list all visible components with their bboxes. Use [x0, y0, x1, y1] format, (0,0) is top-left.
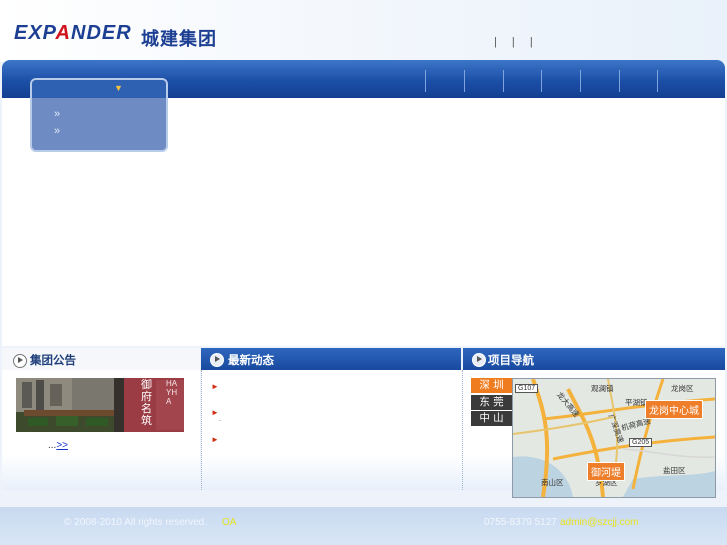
section-title: 集团公告: [30, 353, 76, 367]
top-link-divider: |: [529, 36, 533, 48]
city-tab-shenzhen[interactable]: 深 圳: [471, 378, 512, 393]
dropdown-header[interactable]: ▼: [32, 80, 166, 98]
copyright-text: © 2008-2010 All rights reserved.: [64, 517, 208, 528]
top-links: | | |: [488, 36, 539, 48]
project-marker-longgang[interactable]: 龙岗中心城: [645, 400, 703, 419]
map-label: 南山区: [541, 478, 564, 487]
city-tab-dongguan[interactable]: 东 莞: [471, 395, 512, 410]
top-link-divider: |: [494, 36, 497, 48]
more-link-row: ...>>: [48, 440, 68, 451]
road-tag: G205: [629, 438, 653, 447]
projects-header: 项目导航: [463, 348, 725, 370]
nav-divider: [619, 70, 620, 92]
more-link[interactable]: >>: [56, 440, 68, 451]
nav-divider: [503, 70, 504, 92]
logo-text-part1: EXP: [14, 22, 56, 44]
phone-text: 0755-8379 5127: [484, 517, 557, 528]
email-link[interactable]: admin@szcjj.com: [560, 517, 639, 528]
caret-down-icon: ▼: [114, 83, 123, 93]
announcement-photo[interactable]: 御府名筑 HAYHA: [16, 378, 184, 432]
project-map[interactable]: G107 G205 观澜镇 龙岗区 平湖镇 南山区 盐田区 罗湖区 广深高速 机…: [512, 378, 716, 498]
bullet-arrow-icon: ►: [211, 382, 219, 391]
project-marker-yuhedi[interactable]: 御河堤: [587, 462, 625, 481]
photo-sign-main: 御府名筑: [141, 378, 152, 427]
bullet-arrow-icon: ►: [211, 435, 219, 444]
section-title: 最新动态: [228, 353, 274, 367]
logo-expander[interactable]: EXPANDER: [14, 22, 132, 45]
play-icon: [210, 352, 224, 367]
logo-text-a: A: [55, 22, 71, 44]
news-dot: .: [219, 416, 221, 423]
map-label: 龙岗区: [671, 384, 694, 393]
map-label: 盐田区: [663, 466, 686, 475]
map-label: 观澜镇: [591, 384, 614, 393]
bullet-arrow-icon: ►: [211, 408, 219, 417]
city-tab-zhongshan[interactable]: 中 山: [471, 411, 512, 426]
nav-divider: [464, 70, 465, 92]
nav-divider: [541, 70, 542, 92]
nav-divider: [657, 70, 658, 92]
section-title: 项目导航: [488, 353, 534, 367]
nav-divider: [425, 70, 426, 92]
photo-graphic: [16, 378, 184, 432]
play-icon: [13, 353, 27, 368]
news-panel: [201, 370, 463, 490]
oa-link[interactable]: OA: [222, 517, 236, 528]
announcement-header: 集团公告: [2, 348, 200, 370]
top-link-divider: |: [511, 36, 515, 48]
dropdown-item[interactable]: »: [54, 108, 60, 120]
logo-text-part2: NDER: [71, 22, 132, 44]
dropdown-item[interactable]: »: [54, 125, 60, 137]
road-tag: G107: [515, 384, 539, 393]
dropdown-menu[interactable]: ▼ » »: [30, 78, 168, 152]
nav-divider: [580, 70, 581, 92]
logo-chinese-name: 城建集团: [141, 29, 217, 50]
photo-sign-side: HAYHA: [166, 379, 178, 406]
play-icon: [472, 352, 486, 367]
news-header: 最新动态: [201, 348, 461, 370]
